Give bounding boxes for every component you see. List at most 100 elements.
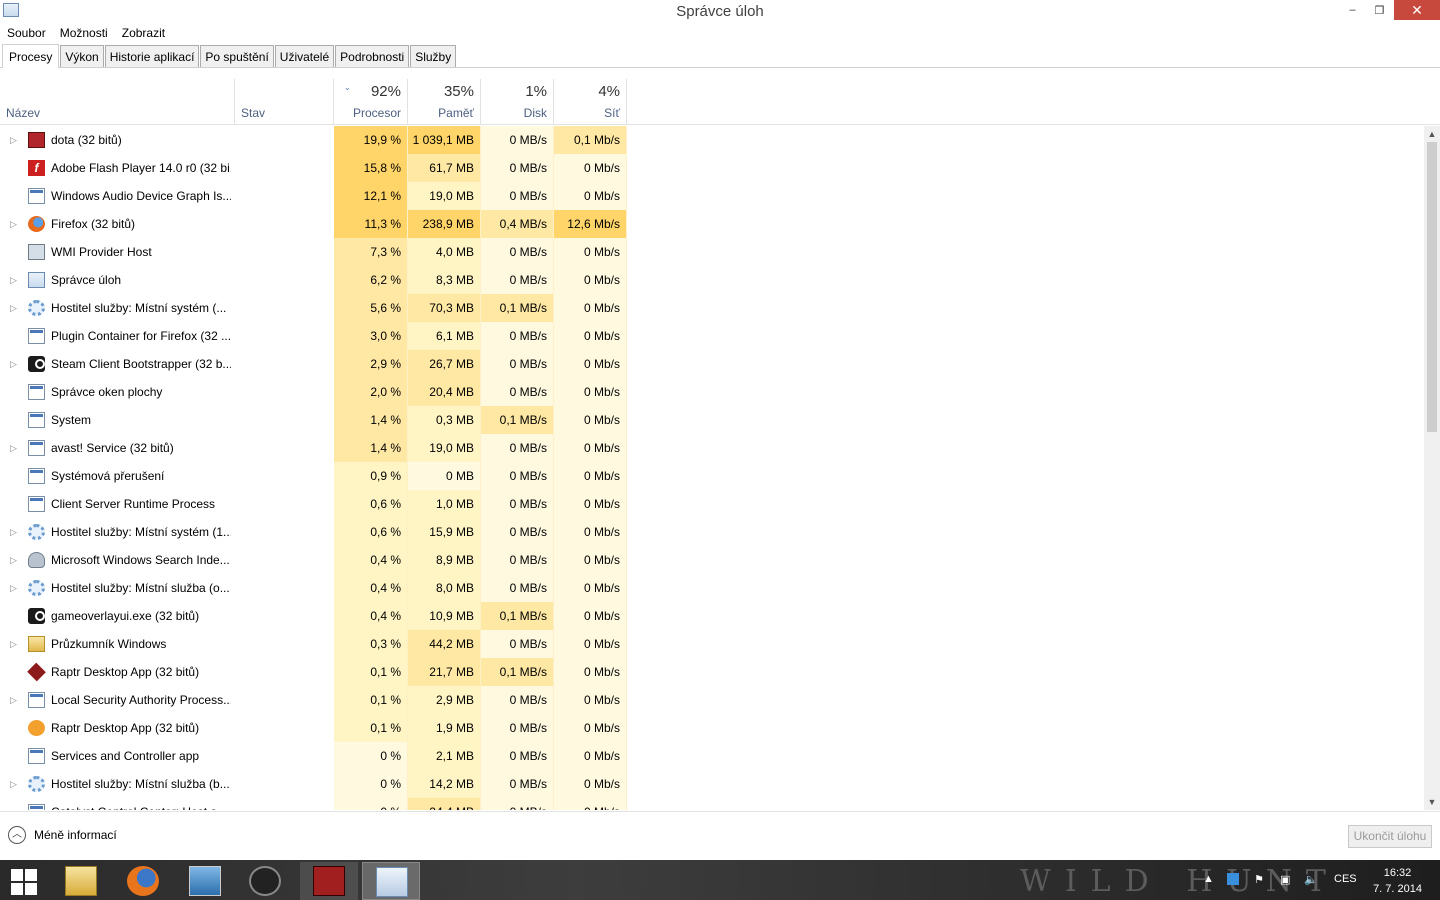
process-row[interactable]: Raptr Desktop App (32 bitů) 0,1 % 1,9 MB 0 … xyxy=(0,714,1424,742)
process-row[interactable]: System 1,4 % 0,3 MB 0,1 MB/s 0 Mb/s xyxy=(0,406,1424,434)
show-hidden-icons-icon[interactable]: ▲ xyxy=(1203,873,1214,885)
tab-details[interactable]: Podrobnosti xyxy=(335,45,410,67)
expand-chevron-icon[interactable]: ▷ xyxy=(10,630,22,658)
network-value: 0 Mb/s xyxy=(554,154,627,182)
column-status[interactable]: Stav xyxy=(235,79,334,125)
expand-chevron-icon xyxy=(10,182,22,210)
process-row[interactable]: gameoverlayui.exe (32 bitů) 0,4 % 10,9 MB 0… xyxy=(0,602,1424,630)
sort-descending-icon: ⌄ xyxy=(344,83,351,92)
cpu-value: 0,1 % xyxy=(334,714,408,742)
disk-value: 0 MB/s xyxy=(481,518,554,546)
language-indicator[interactable]: CES xyxy=(1334,873,1357,885)
network-value: 0 Mb/s xyxy=(554,322,627,350)
taskbar-dota[interactable] xyxy=(300,862,358,900)
menu-options[interactable]: Možnosti xyxy=(53,26,115,40)
memory-value: 0,3 MB xyxy=(408,406,481,434)
process-name: Správce úloh xyxy=(51,273,122,287)
expand-chevron-icon[interactable]: ▷ xyxy=(10,518,22,546)
process-row[interactable]: f Adobe Flash Player 14.0 r0 (32 bi... 15,… xyxy=(0,154,1424,182)
app-window-icon xyxy=(28,440,45,456)
expand-chevron-icon[interactable]: ▷ xyxy=(10,686,22,714)
process-row[interactable]: Plugin Container for Firefox (32 ... 3,0 … xyxy=(0,322,1424,350)
process-row[interactable]: ▷ Hostitel služby: Místní systém (1... 0,6… xyxy=(0,518,1424,546)
tab-services[interactable]: Služby xyxy=(410,45,457,67)
process-row[interactable]: ▷ Firefox (32 bitů) 11,3 % 238,9 MB 0,4 MB/s… xyxy=(0,210,1424,238)
taskbar-task-manager[interactable] xyxy=(362,862,420,900)
memory-value: 61,7 MB xyxy=(408,154,481,182)
process-row[interactable]: Správce oken plochy 2,0 % 20,4 MB 0 MB/s 0 M… xyxy=(0,378,1424,406)
expand-chevron-icon[interactable]: ▷ xyxy=(10,210,22,238)
process-row[interactable]: ▷ Local Security Authority Process... 0,1 … xyxy=(0,686,1424,714)
taskbar-firefox[interactable] xyxy=(114,862,172,900)
memory-value: 70,3 MB xyxy=(408,294,481,322)
tab-users[interactable]: Uživatelé xyxy=(274,45,335,67)
minimize-button[interactable]: – xyxy=(1339,0,1366,20)
scroll-up-icon[interactable]: ▲ xyxy=(1424,126,1440,142)
fewer-details-button[interactable]: ︿ Méně informací xyxy=(8,826,117,844)
expand-chevron-icon xyxy=(10,742,22,770)
process-row[interactable]: ▷ Hostitel služby: Místní systém (... 5,6 … xyxy=(0,294,1424,322)
cpu-value: 15,8 % xyxy=(334,154,408,182)
scroll-thumb[interactable] xyxy=(1427,142,1437,432)
process-row[interactable]: Raptr Desktop App (32 bitů) 0,1 % 21,7 MB 0… xyxy=(0,658,1424,686)
start-button[interactable] xyxy=(0,862,50,900)
expand-chevron-icon[interactable]: ▷ xyxy=(10,574,22,602)
expand-chevron-icon[interactable]: ▷ xyxy=(10,350,22,378)
expand-chevron-icon[interactable]: ▷ xyxy=(10,546,22,574)
expand-chevron-icon[interactable]: ▷ xyxy=(10,126,22,154)
tab-performance[interactable]: Výkon xyxy=(60,45,104,67)
process-row[interactable]: WMI Provider Host 7,3 % 4,0 MB 0 MB/s 0 Mb/s xyxy=(0,238,1424,266)
taskbar-steam[interactable] xyxy=(236,862,294,900)
disk-value: 0 MB/s xyxy=(481,546,554,574)
column-network[interactable]: 4% Síť xyxy=(554,79,627,125)
process-row[interactable]: ▷ Správce úloh 6,2 % 8,3 MB 0 MB/s 0 Mb/s xyxy=(0,266,1424,294)
scroll-down-icon[interactable]: ▼ xyxy=(1424,794,1440,810)
expand-chevron-icon[interactable]: ▷ xyxy=(10,770,22,798)
column-cpu[interactable]: ⌄ 92% Procesor xyxy=(334,79,408,125)
process-row[interactable]: Services and Controller app 0 % 2,1 MB 0 MB… xyxy=(0,742,1424,770)
tab-processes[interactable]: Procesy xyxy=(2,44,60,68)
tab-startup[interactable]: Po spuštění xyxy=(200,45,274,67)
taskbar-photos[interactable] xyxy=(176,862,234,900)
process-name: avast! Service (32 bitů) xyxy=(51,441,174,455)
network-icon[interactable]: ▣ xyxy=(1280,873,1290,886)
process-row[interactable]: ▷ Průzkumník Windows 0,3 % 44,2 MB 0 MB/s 0 M… xyxy=(0,630,1424,658)
taskbar-file-explorer[interactable] xyxy=(52,862,110,900)
menu-view[interactable]: Zobrazit xyxy=(115,26,172,40)
flag-icon[interactable]: ⚑ xyxy=(1254,873,1264,886)
process-row[interactable]: ▷ Hostitel služby: Místní služba (b... 0 %… xyxy=(0,770,1424,798)
process-row[interactable]: ▷ Hostitel služby: Místní služba (o... 0,4… xyxy=(0,574,1424,602)
process-row[interactable]: ▷ dota (32 bitů) 19,9 % 1 039,1 MB 0 MB/s 0,1… xyxy=(0,126,1424,154)
memory-value: 1 039,1 MB xyxy=(408,126,481,154)
memory-value: 19,0 MB xyxy=(408,182,481,210)
process-row[interactable]: ▷ Steam Client Bootstrapper (32 b... 2,9 %… xyxy=(0,350,1424,378)
process-row[interactable]: Client Server Runtime Process 0,6 % 1,0 MB… xyxy=(0,490,1424,518)
process-row[interactable]: Catalyst Control Center: Host a... 0 %24,… xyxy=(0,798,1424,810)
process-row[interactable]: ▷ avast! Service (32 bitů) 1,4 % 19,0 MB 0 M… xyxy=(0,434,1424,462)
end-task-button[interactable]: Ukončit úlohu xyxy=(1348,825,1432,848)
title-bar[interactable]: Správce úloh – ❐ ✕ xyxy=(0,0,1440,23)
expand-chevron-icon[interactable]: ▷ xyxy=(10,294,22,322)
process-row[interactable]: ▷ Microsoft Windows Search Inde... 0,4 % 8,… xyxy=(0,546,1424,574)
column-memory[interactable]: 35% Paměť xyxy=(408,79,481,125)
menu-bar: Soubor Možnosti Zobrazit xyxy=(0,23,1440,43)
column-disk[interactable]: 1% Disk xyxy=(481,79,554,125)
tab-app-history[interactable]: Historie aplikací xyxy=(104,45,200,67)
volume-icon[interactable]: 🔈 xyxy=(1304,873,1318,886)
close-button[interactable]: ✕ xyxy=(1394,0,1440,20)
menu-file[interactable]: Soubor xyxy=(0,26,53,40)
vertical-scrollbar[interactable]: ▲ ▼ xyxy=(1424,126,1440,810)
network-value: 0 Mb/s xyxy=(554,182,627,210)
process-row[interactable]: Systémová přerušení 0,9 % 0 MB 0 MB/s 0 Mb/s xyxy=(0,462,1424,490)
process-row[interactable]: Windows Audio Device Graph Is... 12,1 % 19… xyxy=(0,182,1424,210)
maximize-button[interactable]: ❐ xyxy=(1366,0,1393,20)
clock[interactable]: 16:32 7. 7. 2014 xyxy=(1373,865,1422,897)
expand-chevron-icon[interactable]: ▷ xyxy=(10,434,22,462)
column-name[interactable]: Název xyxy=(0,79,235,125)
memory-value: 8,9 MB xyxy=(408,546,481,574)
cpu-value: 0,6 % xyxy=(334,490,408,518)
network-total: 4% xyxy=(598,83,620,100)
network-value: 0,1 Mb/s xyxy=(554,126,627,154)
expand-chevron-icon[interactable]: ▷ xyxy=(10,266,22,294)
app-tray-icon[interactable] xyxy=(1227,873,1239,885)
